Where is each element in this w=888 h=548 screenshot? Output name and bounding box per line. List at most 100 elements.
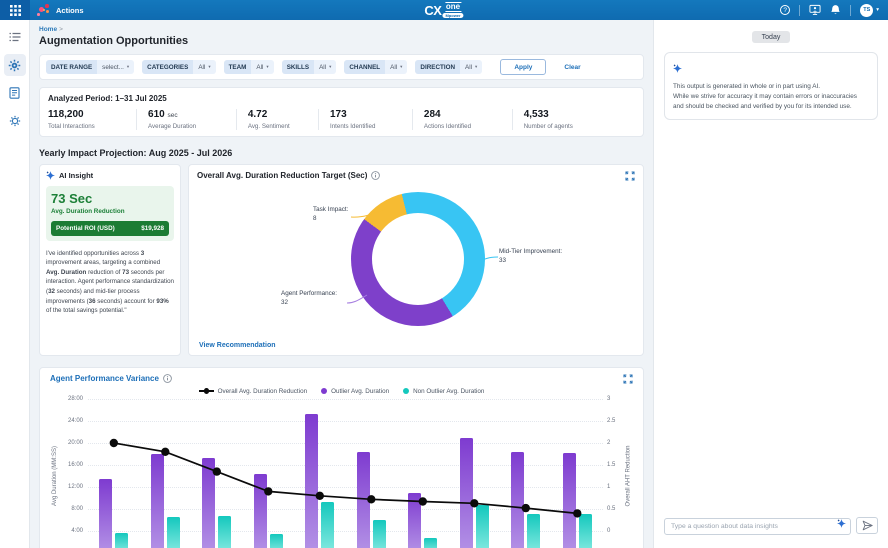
filter-label: SKILLS (282, 60, 314, 74)
legend-line-marker (199, 388, 214, 395)
today-badge: Today (752, 31, 791, 43)
section-title: Yearly Impact Projection: Aug 2025 - Jul… (39, 148, 644, 158)
filter-value: All▾ (251, 60, 273, 74)
agent-performance-variance-card: Agent Performance Variance Overall Avg. … (39, 367, 644, 548)
breadcrumb-home-link[interactable]: Home (39, 26, 57, 33)
filter-pill-channel[interactable]: CHANNELAll▾ (344, 60, 407, 74)
filter-pill-categories[interactable]: CATEGORIESAll▾ (142, 60, 215, 74)
filter-label: TEAM (224, 60, 252, 74)
stat-label: Number of agents (524, 123, 627, 130)
chevron-down-icon: ▾ (266, 64, 268, 70)
ai-sparkle-icon (46, 171, 55, 180)
notifications-bell-icon[interactable] (830, 4, 841, 16)
apply-button[interactable]: Apply (500, 59, 546, 75)
legend-dot-marker (321, 388, 327, 394)
ai-sparkle-icon (673, 64, 682, 73)
main-content: Home> Augmentation Opportunities DATE RA… (30, 20, 653, 548)
stat-label: Actions Identified (424, 123, 504, 130)
legend-label: Non Outlier Avg. Duration (413, 388, 484, 395)
stat-actions-identified: 284 Actions Identified (412, 109, 512, 130)
left-tick: 8:00 (71, 506, 83, 512)
send-button[interactable] (856, 517, 878, 534)
sidebar-item-menu[interactable] (4, 26, 26, 48)
legend-dot-marker (403, 388, 409, 394)
donut-label-right: Mid-Tier Improvement:33 (499, 247, 562, 266)
legend-item-line[interactable]: Overall Avg. Duration Reduction (199, 388, 308, 395)
ai-insight-card: AI Insight 73 Sec Avg. Duration Reductio… (39, 164, 181, 356)
list-menu-icon (9, 32, 21, 42)
expand-icon[interactable] (625, 171, 635, 181)
filter-label: CHANNEL (344, 60, 385, 74)
stat-value: 173 (330, 109, 404, 120)
filter-pill-skills[interactable]: SKILLSAll▾ (282, 60, 337, 74)
help-icon[interactable]: ? (780, 5, 790, 15)
info-icon[interactable] (371, 171, 380, 180)
chevron-down-icon: ▾ (400, 64, 402, 70)
breadcrumb[interactable]: Home> (39, 26, 644, 33)
bar-line-plot (88, 399, 603, 548)
roi-label: Potential ROI (USD) (56, 225, 115, 232)
stat-average-duration: 610 secAverage Duration (136, 109, 236, 130)
top-bar: Actions CX one Mpower ? TS ▾ (0, 0, 888, 20)
donut-plot-area: Mid-Tier Improvement:33 Agent Performance… (197, 187, 635, 337)
legend-label: Overall Avg. Duration Reduction (218, 388, 308, 395)
filter-label: CATEGORIES (142, 60, 193, 74)
legend-label: Outlier Avg. Duration (331, 388, 389, 395)
right-tick: 0 (607, 528, 610, 534)
chat-question-input[interactable] (664, 518, 851, 535)
app-name: Actions (56, 6, 84, 15)
right-axis-ticks: 32.521.510.50 (603, 399, 623, 548)
stat-value: 610 sec (148, 109, 228, 120)
right-axis-title: Overall AHT Reduction (623, 399, 633, 548)
filter-pill-team[interactable]: TEAMAll▾ (224, 60, 274, 74)
stat-number-of-agents: 4,533Number of agents (512, 109, 635, 130)
insight-body-text: I've identified opportunities across 3 i… (46, 249, 174, 316)
filter-value: All▾ (314, 60, 336, 74)
view-recommendation-link[interactable]: View Recommendation (199, 342, 276, 349)
filter-pill-date-range[interactable]: DATE RANGEselect...▾ (46, 60, 134, 74)
info-icon[interactable] (163, 374, 172, 383)
donut-chart[interactable] (351, 192, 485, 326)
send-icon (862, 520, 873, 531)
clear-button[interactable]: Clear (558, 63, 586, 72)
left-tick: 28:00 (68, 396, 83, 402)
stat-label: Total Interactions (48, 123, 128, 130)
actions-gear-icon (8, 59, 21, 72)
agent-console-icon[interactable] (809, 4, 821, 16)
stat-avg.-sentiment: 4.72Avg. Sentiment (236, 109, 318, 130)
left-axis-ticks: 28:0024:0020:0016:0012:008:004:00 (60, 399, 88, 548)
stat-intents-identified: 173 Intents Identified (318, 109, 412, 130)
donut-label-value: 8 (313, 214, 348, 223)
stat-label: Intents Identified (330, 123, 404, 130)
right-tick: 0.5 (607, 506, 615, 512)
app-launcher-button[interactable] (0, 0, 30, 20)
filter-pill-direction[interactable]: DIRECTIONAll▾ (415, 60, 482, 74)
right-tick: 1 (607, 484, 610, 490)
ai-disclaimer-card: This output is generated in whole or in … (664, 52, 878, 120)
donut-label-name: Agent Performance: (281, 289, 337, 298)
donut-card-title: Overall Avg. Duration Reduction Target (… (197, 171, 367, 180)
page-title: Augmentation Opportunities (39, 35, 644, 47)
sidebar-item-actions[interactable] (4, 54, 26, 76)
left-tick: 4:00 (71, 528, 83, 534)
divider (850, 5, 851, 16)
duration-reduction-target-card: Overall Avg. Duration Reduction Target (… (188, 164, 644, 356)
donut-label-left: Agent Performance:32 (281, 289, 337, 308)
ai-chat-panel: Today This output is generated in whole … (653, 20, 888, 548)
user-menu[interactable]: TS ▾ (860, 4, 879, 17)
analyzed-period-title: Analyzed Period: 1–31 Jul 2025 (48, 94, 635, 103)
stat-value: 284 (424, 109, 504, 120)
chevron-down-icon: ▾ (329, 64, 331, 70)
filter-bar: DATE RANGEselect...▾CATEGORIESAll▾TEAMAl… (39, 54, 644, 80)
donut-label-name: Mid-Tier Improvement: (499, 247, 562, 256)
variance-card-title: Agent Performance Variance (50, 374, 159, 383)
sidebar-item-forms[interactable] (4, 82, 26, 104)
legend-item-bar[interactable]: Non Outlier Avg. Duration (403, 388, 484, 395)
legend-item-bar[interactable]: Outlier Avg. Duration (321, 388, 389, 395)
expand-icon[interactable] (623, 374, 633, 384)
sidebar-item-settings[interactable] (4, 110, 26, 132)
actions-logo-icon (37, 3, 51, 17)
chevron-down-icon: ▾ (876, 7, 879, 13)
stat-total-interactions: 118,200Total Interactions (48, 109, 136, 130)
duration-reduction-label: Avg. Duration Reduction (51, 208, 169, 215)
